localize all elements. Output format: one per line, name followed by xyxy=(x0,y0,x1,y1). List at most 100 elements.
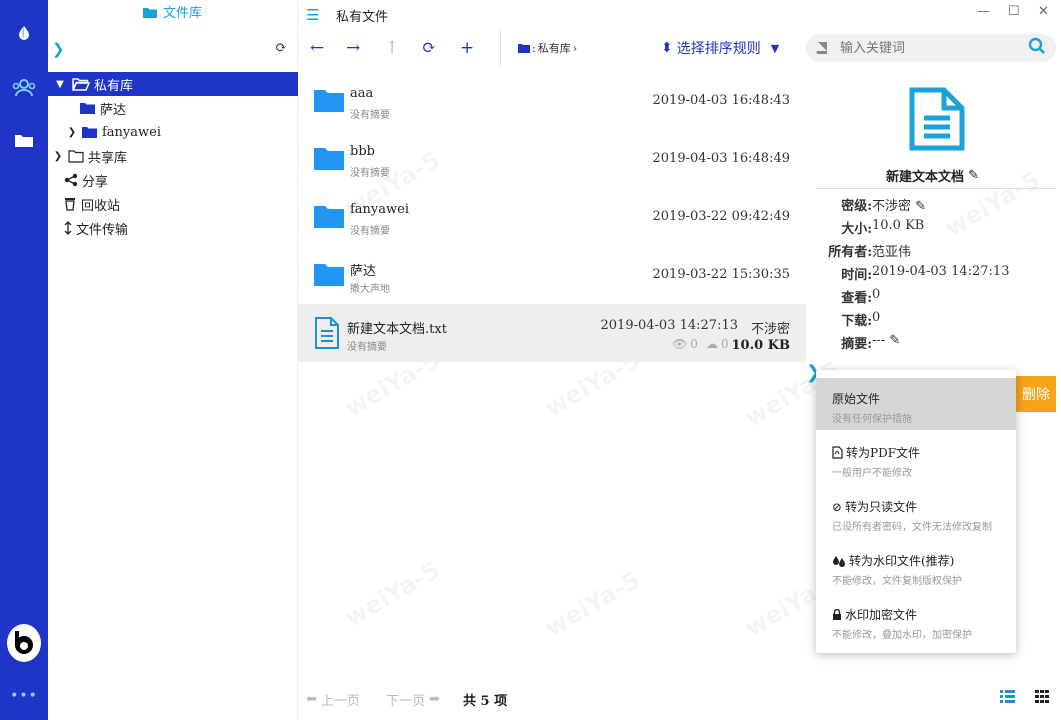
list-item[interactable]: 新建文本文档.txt 没有摘要 2019-04-03 14:27:13 不涉密 … xyxy=(298,304,806,362)
toolbar: ☰ 私有文件 — ☐ ✕ ← → ↑ ⟳ + : 私有库 › ⬍ 选择排序规则 … xyxy=(298,0,1061,72)
arrow-right-icon: ➡ xyxy=(429,692,440,707)
cloud-download-icon: ☁ xyxy=(706,337,718,351)
tree-item-label: fanyawei xyxy=(102,124,162,140)
breadcrumb-separator: : xyxy=(532,41,536,55)
divider xyxy=(816,188,1056,189)
edit-icon[interactable]: ✎ xyxy=(968,168,979,183)
tree-item-sada[interactable]: 萨达 xyxy=(48,96,298,120)
file-time: 2019-04-03 16:48:43 xyxy=(652,93,790,108)
refresh-icon[interactable]: ⟳ xyxy=(422,38,436,58)
chevron-down-icon[interactable]: ▼ xyxy=(52,79,68,90)
tree-item-file-transfer[interactable]: 文件传输 xyxy=(48,216,298,240)
tree-item-label: 私有库 xyxy=(94,78,134,94)
menu-item-desc: 没有任何保护措施 xyxy=(832,414,912,425)
minimize-icon[interactable]: — xyxy=(977,4,990,19)
forward-arrow-icon[interactable]: → xyxy=(346,38,360,58)
hamburger-menu-icon[interactable]: ☰ xyxy=(306,6,319,24)
tree-item-fanyawei[interactable]: ❯ fanyawei xyxy=(48,120,298,144)
prev-page-label: 上一页 xyxy=(320,694,360,709)
list-item[interactable]: aaa 没有摘要 2019-04-03 16:48:43 xyxy=(298,72,806,130)
detail-value: 不涉密 ✎ xyxy=(872,195,926,214)
recycle-bin-icon xyxy=(65,198,75,211)
view-count-value: 0 xyxy=(690,337,698,351)
app-rail: ••• xyxy=(0,0,48,720)
menu-item-title: 转为只读文件 xyxy=(845,500,918,514)
next-page-label: 下一页 xyxy=(386,694,426,709)
file-summary: 没有摘要 xyxy=(350,226,390,237)
detail-title: 新建文本文档 ✎ xyxy=(886,166,979,185)
detail-value: --- ✎ xyxy=(872,333,900,348)
grid-view-icon[interactable] xyxy=(1035,690,1049,707)
folder-icon xyxy=(314,264,344,286)
menu-item-title: 转为水印文件(推荐) xyxy=(849,554,955,568)
list-item[interactable]: fanyawei 没有摘要 2019-03-22 09:42:49 xyxy=(298,188,806,246)
menu-item-original[interactable]: 原始文件 没有任何保护措施 xyxy=(816,378,1016,430)
menu-item-desc: 不能修改，叠加水印，加密保护 xyxy=(832,630,972,641)
close-icon[interactable]: ✕ xyxy=(1038,4,1049,19)
list-item[interactable]: 萨达 撒大声地 2019-03-22 15:30:35 xyxy=(298,246,806,304)
caret-down-icon: ▼ xyxy=(770,41,780,55)
detail-value: 10.0 KB xyxy=(872,218,925,233)
add-icon[interactable]: + xyxy=(460,38,474,58)
folder-icon xyxy=(82,127,97,138)
file-summary: 没有摘要 xyxy=(350,168,390,179)
users-icon[interactable] xyxy=(0,74,48,102)
more-icon[interactable]: ••• xyxy=(0,688,48,704)
search-input[interactable] xyxy=(840,40,1020,56)
detail-owner: 所有者: 范亚伟 xyxy=(806,241,1061,261)
delete-button[interactable]: 删除 xyxy=(1010,376,1056,412)
search-icon[interactable] xyxy=(1028,37,1046,59)
tree-item-label: 共享库 xyxy=(88,150,128,166)
menu-item-pdf[interactable]: 转为PDF文件 一般用户不能修改 xyxy=(816,432,1016,484)
tree-item-share[interactable]: 分享 xyxy=(48,168,298,192)
menu-item-watermark-encrypt[interactable]: 水印加密文件 不能修改，叠加水印，加密保护 xyxy=(816,594,1016,646)
tree-item-label: 分享 xyxy=(82,174,109,190)
file-time: 2019-04-03 14:27:13 xyxy=(600,318,738,333)
transfer-icon xyxy=(64,221,72,235)
pdf-icon xyxy=(832,446,843,459)
folder-icon[interactable] xyxy=(0,126,48,154)
tree-item-recycle-bin[interactable]: 回收站 xyxy=(48,192,298,216)
chevron-right-icon[interactable]: ❯ xyxy=(66,127,78,138)
edit-icon[interactable]: ✎ xyxy=(915,199,926,214)
detail-label: 大小: xyxy=(841,222,872,237)
file-name: bbb xyxy=(350,144,375,159)
list-item[interactable]: bbb 没有摘要 2019-04-03 16:48:49 xyxy=(298,130,806,188)
up-arrow-icon[interactable]: ↑ xyxy=(385,38,399,58)
menu-item-desc: 一般用户不能修改 xyxy=(832,468,912,479)
pagination-bar: ⬅ 上一页 下一页 ➡ 共 5 项 xyxy=(298,682,1061,720)
detail-value: 2019-04-03 14:27:13 xyxy=(872,264,1010,279)
file-security: 不涉密 xyxy=(750,322,790,337)
detail-label: 时间: xyxy=(841,268,872,283)
download-count-value: 0 xyxy=(721,337,729,351)
search-box[interactable] xyxy=(806,34,1056,62)
detail-label: 查看: xyxy=(841,291,872,306)
next-page-button[interactable]: 下一页 ➡ xyxy=(386,690,440,709)
page-title: 私有文件 xyxy=(336,10,389,25)
back-arrow-icon[interactable]: ← xyxy=(310,38,324,58)
text-document-icon xyxy=(315,317,339,349)
expand-panel-icon[interactable]: ❯ xyxy=(52,40,65,58)
breadcrumb-item[interactable]: 私有库 xyxy=(538,40,571,56)
chevron-right-icon[interactable]: ❯ xyxy=(52,151,64,162)
text-document-icon xyxy=(909,87,965,151)
detail-size: 大小: 10.0 KB xyxy=(806,218,1061,238)
refresh-icon[interactable]: ⟳ xyxy=(275,40,287,56)
edit-icon[interactable]: ✎ xyxy=(889,333,900,348)
menu-item-watermark[interactable]: 转为水印文件(推荐) 不能修改，文件复制版权保护 xyxy=(816,540,1016,592)
detail-label: 密级: xyxy=(841,199,872,214)
tint-drops-icon xyxy=(833,555,845,567)
tree-item-private-library[interactable]: ▼ 私有库 xyxy=(48,72,298,96)
tree-item-shared-library[interactable]: ❯ 共享库 xyxy=(48,144,298,168)
logo-drop-icon[interactable] xyxy=(0,20,48,46)
library-title-text: 文件库 xyxy=(163,6,203,21)
list-view-icon[interactable] xyxy=(1000,690,1015,707)
file-summary: 撒大声地 xyxy=(350,284,390,295)
sort-select[interactable]: ⬍ 选择排序规则 ▼ xyxy=(661,38,779,58)
breadcrumb[interactable]: : 私有库 › xyxy=(518,40,577,56)
prev-page-button[interactable]: ⬅ 上一页 xyxy=(306,690,360,709)
menu-item-readonly[interactable]: ⊘ 转为只读文件 已设所有者密码，文件无法修改复制 xyxy=(816,486,1016,538)
arrow-left-icon: ⬅ xyxy=(306,692,317,707)
maximize-icon[interactable]: ☐ xyxy=(1008,4,1020,19)
detail-label: 所有者: xyxy=(828,245,872,260)
